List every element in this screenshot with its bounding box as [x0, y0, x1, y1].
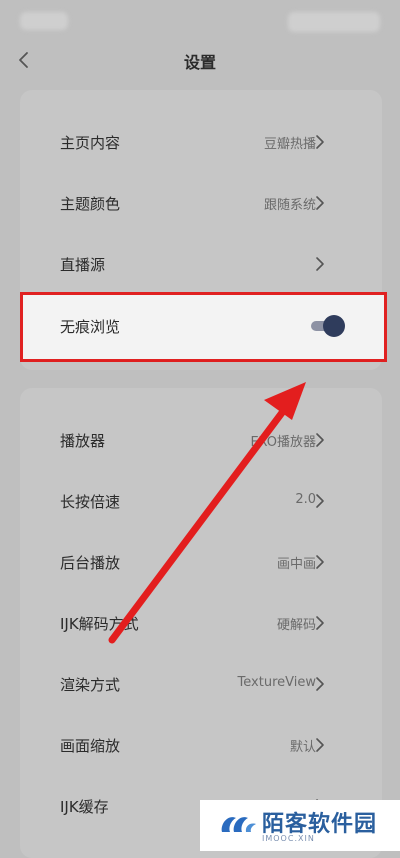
setting-row-home-content[interactable]: 主页内容 豆瓣热播	[20, 122, 382, 162]
status-bar	[0, 0, 400, 42]
setting-row-live-source[interactable]: 直播源	[20, 244, 382, 284]
watermark-subtitle: IMOOC.XIN	[262, 834, 315, 843]
header-bar: 设置	[0, 42, 400, 78]
watermark-badge: 陌客软件园 IMOOC.XIN	[200, 800, 400, 851]
setting-label: 主题颜色	[60, 195, 121, 213]
setting-row-long-press-speed[interactable]: 长按倍速 2.0	[20, 481, 382, 521]
settings-card-player: 播放器 EXO播放器 长按倍速 2.0 后台播放 画中画 IJK解码方式 硬解码…	[20, 388, 382, 858]
setting-row-screen-scale[interactable]: 画面缩放 默认	[20, 725, 382, 765]
toggle-knob	[323, 315, 345, 337]
setting-row-ijk-decode[interactable]: IJK解码方式 硬解码	[20, 603, 382, 643]
setting-row-background-play[interactable]: 后台播放 画中画	[20, 542, 382, 582]
status-bar-left-blurred	[20, 12, 68, 30]
setting-value: EXO播放器	[250, 435, 316, 450]
setting-row-player[interactable]: 播放器 EXO播放器	[20, 420, 382, 460]
setting-value: 画中画	[276, 557, 316, 572]
chevron-right-icon	[316, 738, 324, 752]
chevron-right-icon	[316, 135, 324, 149]
setting-label: 播放器	[60, 432, 106, 450]
setting-label: IJK解码方式	[60, 615, 139, 633]
watermark-logo-icon	[221, 817, 256, 832]
page-title: 设置	[183, 53, 216, 72]
setting-value: 硬解码	[276, 618, 316, 633]
chevron-right-icon	[316, 257, 324, 271]
chevron-right-icon	[316, 433, 324, 447]
setting-label: 无痕浏览	[60, 318, 121, 336]
chevron-right-icon	[316, 555, 324, 569]
setting-label: IJK缓存	[60, 798, 109, 816]
setting-label: 画面缩放	[60, 737, 121, 755]
chevron-right-icon	[316, 677, 324, 691]
setting-label: 主页内容	[60, 134, 121, 152]
setting-label: 长按倍速	[60, 493, 121, 511]
chevron-right-icon	[316, 494, 324, 508]
setting-row-incognito-browsing[interactable]: 无痕浏览	[20, 292, 387, 362]
incognito-toggle[interactable]	[309, 315, 345, 337]
setting-row-render-mode[interactable]: 渲染方式 TextureView	[20, 664, 382, 704]
chevron-right-icon	[316, 196, 324, 210]
setting-row-theme-color[interactable]: 主题颜色 跟随系统	[20, 183, 382, 223]
setting-value: 跟随系统	[263, 198, 316, 213]
setting-label: 直播源	[60, 256, 106, 274]
setting-label: 渲染方式	[60, 676, 121, 694]
setting-label: 后台播放	[60, 554, 121, 572]
setting-value: TextureView	[237, 675, 316, 690]
chevron-right-icon	[316, 616, 324, 630]
status-bar-right-blurred	[288, 12, 380, 32]
setting-value: 豆瓣热播	[263, 137, 316, 152]
